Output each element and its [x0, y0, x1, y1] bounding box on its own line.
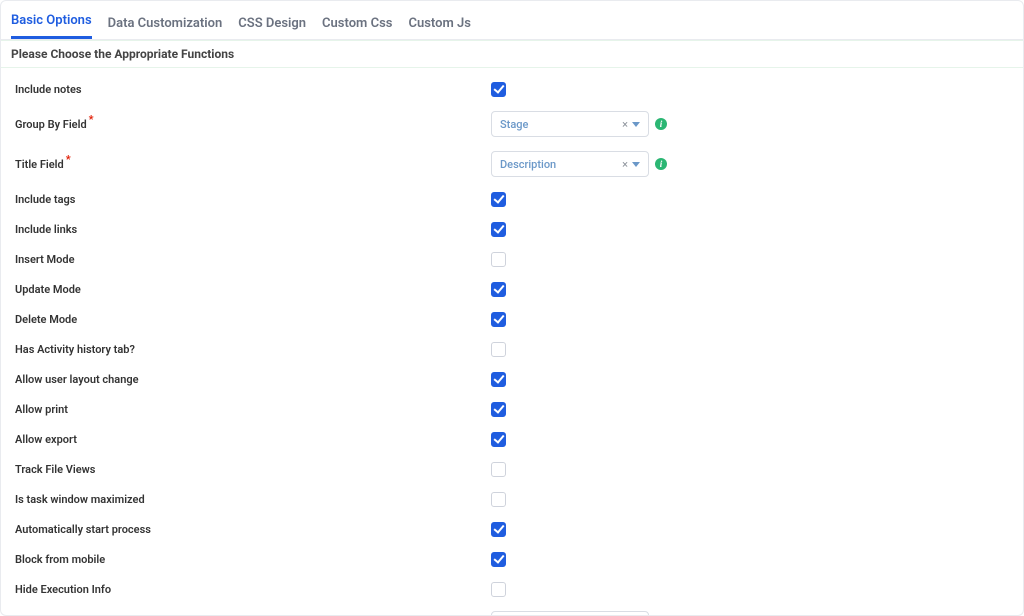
label-allow-export: Allow export — [11, 433, 491, 446]
info-icon[interactable] — [655, 158, 667, 170]
checkbox-is-maximized[interactable] — [491, 492, 506, 507]
label-track-file-views: Track File Views — [11, 463, 491, 476]
select-group-by-field[interactable]: Stage × — [491, 111, 649, 137]
checkbox-has-activity[interactable] — [491, 342, 506, 357]
label-group-by-field: Group By Field — [11, 118, 491, 131]
checkbox-allow-export[interactable] — [491, 432, 506, 447]
clear-icon[interactable]: × — [622, 119, 628, 130]
label-insert-mode: Insert Mode — [11, 253, 491, 266]
label-hide-exec: Hide Execution Info — [11, 583, 491, 596]
checkbox-include-notes[interactable] — [491, 82, 506, 97]
select-title-field[interactable]: Description × — [491, 151, 649, 177]
checkbox-allow-layout[interactable] — [491, 372, 506, 387]
select-value: Stage — [500, 118, 528, 131]
tab-custom-js[interactable]: Custom Js — [408, 10, 470, 39]
label-include-links: Include links — [11, 223, 491, 236]
label-update-mode: Update Mode — [11, 283, 491, 296]
label-title-field: Title Field — [11, 158, 491, 171]
label-block-mobile: Block from mobile — [11, 553, 491, 566]
tabs-bar: Basic Options Data Customization CSS Des… — [1, 1, 1023, 40]
chevron-down-icon — [632, 122, 640, 127]
label-include-notes: Include notes — [11, 83, 491, 96]
label-is-maximized: Is task window maximized — [11, 493, 491, 506]
checkbox-update-mode[interactable] — [491, 282, 506, 297]
select-save-button[interactable] — [491, 611, 649, 615]
label-has-activity: Has Activity history tab? — [11, 343, 491, 356]
checkbox-hide-exec[interactable] — [491, 582, 506, 597]
checkbox-delete-mode[interactable] — [491, 312, 506, 327]
checkbox-include-tags[interactable] — [491, 192, 506, 207]
label-include-tags: Include tags — [11, 193, 491, 206]
info-icon[interactable] — [655, 118, 667, 130]
clear-icon[interactable]: × — [622, 159, 628, 170]
tab-basic-options[interactable]: Basic Options — [11, 7, 92, 39]
checkbox-block-mobile[interactable] — [491, 552, 506, 567]
checkbox-auto-start[interactable] — [491, 522, 506, 537]
section-title: Please Choose the Appropriate Functions — [1, 40, 1023, 68]
label-delete-mode: Delete Mode — [11, 313, 491, 326]
label-allow-print: Allow print — [11, 403, 491, 416]
select-value: Description — [500, 158, 556, 171]
checkbox-track-file-views[interactable] — [491, 462, 506, 477]
tab-custom-css[interactable]: Custom Css — [322, 10, 392, 39]
checkbox-insert-mode[interactable] — [491, 252, 506, 267]
tab-css-design[interactable]: CSS Design — [238, 10, 306, 39]
checkbox-include-links[interactable] — [491, 222, 506, 237]
checkbox-allow-print[interactable] — [491, 402, 506, 417]
config-panel: Basic Options Data Customization CSS Des… — [0, 0, 1024, 616]
label-auto-start: Automatically start process — [11, 523, 491, 536]
label-allow-layout: Allow user layout change — [11, 373, 491, 386]
options-form: Include notes Group By Field Stage × Tit… — [1, 68, 1023, 615]
tab-data-customization[interactable]: Data Customization — [108, 10, 223, 39]
chevron-down-icon — [632, 162, 640, 167]
